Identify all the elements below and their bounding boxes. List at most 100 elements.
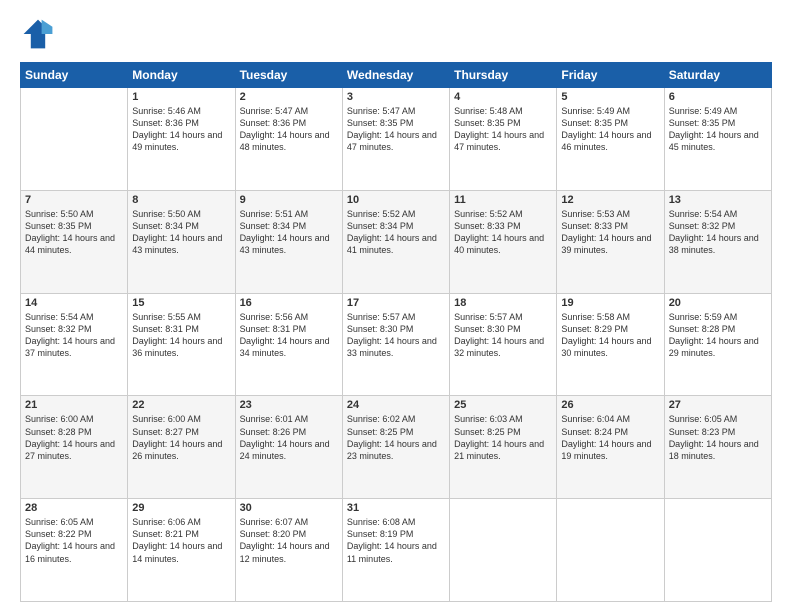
day-number: 25 (454, 399, 552, 411)
cell-info: Sunrise: 5:52 AM Sunset: 8:33 PM Dayligh… (454, 208, 552, 257)
calendar-cell: 23Sunrise: 6:01 AM Sunset: 8:26 PM Dayli… (235, 396, 342, 499)
cell-info: Sunrise: 6:02 AM Sunset: 8:25 PM Dayligh… (347, 413, 445, 462)
weekday-header: Thursday (450, 63, 557, 88)
calendar-cell: 3 Sunrise: 5:47 AM Sunset: 8:35 PM Daylig… (342, 88, 449, 191)
cell-info: Sunrise: 5:58 AM Sunset: 8:29 PM Dayligh… (561, 311, 659, 360)
cell-info: Sunrise: 5:57 AM Sunset: 8:30 PM Dayligh… (454, 311, 552, 360)
day-number: 16 (240, 297, 338, 309)
day-number: 28 (25, 502, 123, 514)
cell-info: Sunrise: 5:47 AM Sunset: 8:36 PM Dayligh… (240, 105, 338, 154)
day-number: 6 (669, 91, 767, 103)
cell-info: Sunrise: 5:59 AM Sunset: 8:28 PM Dayligh… (669, 311, 767, 360)
cell-info: Sunrise: 6:05 AM Sunset: 8:23 PM Dayligh… (669, 413, 767, 462)
day-number: 17 (347, 297, 445, 309)
day-number: 2 (240, 91, 338, 103)
day-number: 24 (347, 399, 445, 411)
calendar-cell (557, 499, 664, 602)
day-number: 5 (561, 91, 659, 103)
day-number: 8 (132, 194, 230, 206)
calendar-cell: 8 Sunrise: 5:50 AM Sunset: 8:34 PM Daylig… (128, 190, 235, 293)
cell-info: Sunrise: 6:05 AM Sunset: 8:22 PM Dayligh… (25, 516, 123, 565)
calendar-cell (664, 499, 771, 602)
cell-info: Sunrise: 5:54 AM Sunset: 8:32 PM Dayligh… (669, 208, 767, 257)
day-number: 29 (132, 502, 230, 514)
weekday-header: Wednesday (342, 63, 449, 88)
calendar-cell: 16 Sunrise: 5:56 AM Sunset: 8:31 PM Dayli… (235, 293, 342, 396)
calendar-cell: 21 Sunrise: 6:00 AM Sunset: 8:28 PM Dayli… (21, 396, 128, 499)
calendar-cell: 15 Sunrise: 5:55 AM Sunset: 8:31 PM Dayli… (128, 293, 235, 396)
calendar-cell: 12Sunrise: 5:53 AM Sunset: 8:33 PM Dayli… (557, 190, 664, 293)
calendar-cell: 28 Sunrise: 6:05 AM Sunset: 8:22 PM Dayli… (21, 499, 128, 602)
calendar-cell: 27Sunrise: 6:05 AM Sunset: 8:23 PM Dayli… (664, 396, 771, 499)
day-number: 11 (454, 194, 552, 206)
cell-info: Sunrise: 5:54 AM Sunset: 8:32 PM Dayligh… (25, 311, 123, 360)
day-number: 14 (25, 297, 123, 309)
day-number: 10 (347, 194, 445, 206)
day-number: 19 (561, 297, 659, 309)
cell-info: Sunrise: 5:49 AM Sunset: 8:35 PM Dayligh… (669, 105, 767, 154)
cell-info: Sunrise: 5:50 AM Sunset: 8:34 PM Dayligh… (132, 208, 230, 257)
calendar-cell: 22 Sunrise: 6:00 AM Sunset: 8:27 PM Dayli… (128, 396, 235, 499)
calendar-cell: 6 Sunrise: 5:49 AM Sunset: 8:35 PM Daylig… (664, 88, 771, 191)
weekday-header-row: SundayMondayTuesdayWednesdayThursdayFrid… (21, 63, 772, 88)
weekday-header: Friday (557, 63, 664, 88)
calendar-cell: 29 Sunrise: 6:06 AM Sunset: 8:21 PM Dayli… (128, 499, 235, 602)
weekday-header: Saturday (664, 63, 771, 88)
calendar-cell: 30 Sunrise: 6:07 AM Sunset: 8:20 PM Dayli… (235, 499, 342, 602)
cell-info: Sunrise: 5:53 AM Sunset: 8:33 PM Dayligh… (561, 208, 659, 257)
calendar-cell: 5 Sunrise: 5:49 AM Sunset: 8:35 PM Daylig… (557, 88, 664, 191)
calendar-week-row: 28 Sunrise: 6:05 AM Sunset: 8:22 PM Dayli… (21, 499, 772, 602)
header (20, 16, 772, 52)
calendar-week-row: 21 Sunrise: 6:00 AM Sunset: 8:28 PM Dayli… (21, 396, 772, 499)
calendar-cell: 4Sunrise: 5:48 AM Sunset: 8:35 PM Daylig… (450, 88, 557, 191)
calendar-cell: 18Sunrise: 5:57 AM Sunset: 8:30 PM Dayli… (450, 293, 557, 396)
cell-info: Sunrise: 5:51 AM Sunset: 8:34 PM Dayligh… (240, 208, 338, 257)
day-number: 31 (347, 502, 445, 514)
cell-info: Sunrise: 5:57 AM Sunset: 8:30 PM Dayligh… (347, 311, 445, 360)
cell-info: Sunrise: 5:56 AM Sunset: 8:31 PM Dayligh… (240, 311, 338, 360)
calendar-cell: 2 Sunrise: 5:47 AM Sunset: 8:36 PM Daylig… (235, 88, 342, 191)
calendar-cell: 10Sunrise: 5:52 AM Sunset: 8:34 PM Dayli… (342, 190, 449, 293)
day-number: 3 (347, 91, 445, 103)
day-number: 7 (25, 194, 123, 206)
day-number: 21 (25, 399, 123, 411)
day-number: 20 (669, 297, 767, 309)
calendar-table: SundayMondayTuesdayWednesdayThursdayFrid… (20, 62, 772, 602)
calendar-cell: 17 Sunrise: 5:57 AM Sunset: 8:30 PM Dayli… (342, 293, 449, 396)
calendar-cell: 11 Sunrise: 5:52 AM Sunset: 8:33 PM Dayli… (450, 190, 557, 293)
cell-info: Sunrise: 5:47 AM Sunset: 8:35 PM Dayligh… (347, 105, 445, 154)
cell-info: Sunrise: 5:55 AM Sunset: 8:31 PM Dayligh… (132, 311, 230, 360)
weekday-header: Monday (128, 63, 235, 88)
day-number: 15 (132, 297, 230, 309)
cell-info: Sunrise: 6:00 AM Sunset: 8:28 PM Dayligh… (25, 413, 123, 462)
page: SundayMondayTuesdayWednesdayThursdayFrid… (0, 0, 792, 612)
cell-info: Sunrise: 6:00 AM Sunset: 8:27 PM Dayligh… (132, 413, 230, 462)
cell-info: Sunrise: 6:06 AM Sunset: 8:21 PM Dayligh… (132, 516, 230, 565)
day-number: 22 (132, 399, 230, 411)
weekday-header: Sunday (21, 63, 128, 88)
logo (20, 16, 60, 52)
day-number: 30 (240, 502, 338, 514)
cell-info: Sunrise: 5:46 AM Sunset: 8:36 PM Dayligh… (132, 105, 230, 154)
day-number: 26 (561, 399, 659, 411)
cell-info: Sunrise: 5:50 AM Sunset: 8:35 PM Dayligh… (25, 208, 123, 257)
day-number: 9 (240, 194, 338, 206)
calendar-cell: 20 Sunrise: 5:59 AM Sunset: 8:28 PM Dayli… (664, 293, 771, 396)
day-number: 13 (669, 194, 767, 206)
calendar-week-row: 7 Sunrise: 5:50 AM Sunset: 8:35 PM Daylig… (21, 190, 772, 293)
weekday-header: Tuesday (235, 63, 342, 88)
calendar-cell (21, 88, 128, 191)
day-number: 23 (240, 399, 338, 411)
calendar-cell: 14 Sunrise: 5:54 AM Sunset: 8:32 PM Dayli… (21, 293, 128, 396)
calendar-cell: 31Sunrise: 6:08 AM Sunset: 8:19 PM Dayli… (342, 499, 449, 602)
cell-info: Sunrise: 6:03 AM Sunset: 8:25 PM Dayligh… (454, 413, 552, 462)
cell-info: Sunrise: 6:07 AM Sunset: 8:20 PM Dayligh… (240, 516, 338, 565)
calendar-week-row: 1Sunrise: 5:46 AM Sunset: 8:36 PM Daylig… (21, 88, 772, 191)
calendar-cell: 24 Sunrise: 6:02 AM Sunset: 8:25 PM Dayli… (342, 396, 449, 499)
calendar-cell: 25 Sunrise: 6:03 AM Sunset: 8:25 PM Dayli… (450, 396, 557, 499)
calendar-week-row: 14 Sunrise: 5:54 AM Sunset: 8:32 PM Dayli… (21, 293, 772, 396)
calendar-cell (450, 499, 557, 602)
logo-icon (20, 16, 56, 52)
calendar-cell: 7 Sunrise: 5:50 AM Sunset: 8:35 PM Daylig… (21, 190, 128, 293)
cell-info: Sunrise: 5:49 AM Sunset: 8:35 PM Dayligh… (561, 105, 659, 154)
